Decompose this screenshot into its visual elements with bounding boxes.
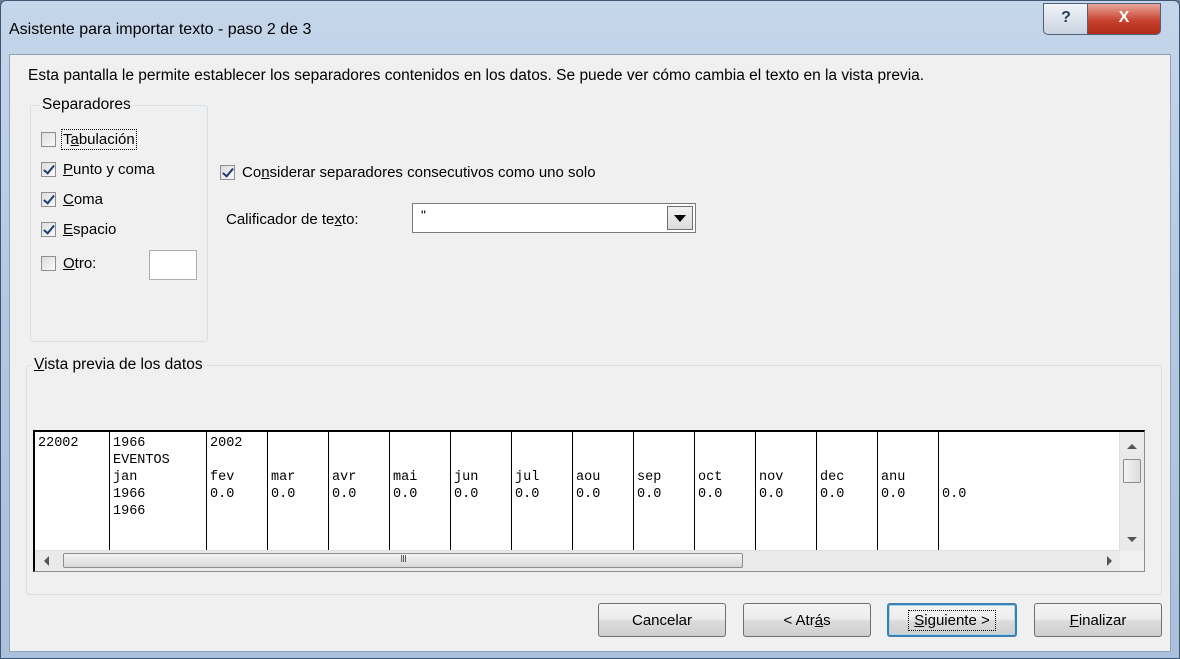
finish-button[interactable]: Finalizar xyxy=(1034,603,1162,637)
dropdown-button[interactable] xyxy=(667,206,693,230)
preview-cell: jan xyxy=(113,470,138,485)
scroll-right-icon[interactable] xyxy=(1107,556,1112,566)
text-qualifier-label: Calificador de texto: xyxy=(226,211,359,228)
horizontal-scrollbar[interactable]: III xyxy=(35,550,1120,571)
tab-checkbox-box[interactable] xyxy=(41,131,56,147)
semicolon-checkbox-box[interactable] xyxy=(41,161,56,177)
preview-cell: avr xyxy=(332,470,357,485)
consecutive-separators-checkbox[interactable]: Considerar separadores consecutivos como… xyxy=(220,161,596,183)
text-qualifier-select[interactable]: " xyxy=(412,203,696,233)
preview-cell: 0.0 xyxy=(698,487,723,502)
preview-cell: 0.0 xyxy=(454,487,479,502)
vertical-scroll-thumb[interactable] xyxy=(1123,459,1141,483)
import-wizard-window: Asistente para importar texto - paso 2 d… xyxy=(0,0,1180,659)
tab-checkbox[interactable]: Tabulación xyxy=(41,128,137,150)
scrollbar-corner xyxy=(1120,551,1144,571)
title-bar[interactable]: Asistente para importar texto - paso 2 d… xyxy=(1,1,1179,53)
data-preview-label: Vista previa de los datos xyxy=(31,356,206,374)
comma-checkbox-label: Coma xyxy=(63,190,104,208)
preview-cell: jun xyxy=(454,470,479,485)
preview-cell: 0.0 xyxy=(637,487,662,502)
other-checkbox[interactable]: Otro: xyxy=(41,250,197,280)
preview-cell: 1966 xyxy=(113,504,146,519)
data-preview-grid[interactable]: 22002 1966 2002 EVENTOS jan fev mar avr mai jun ju… xyxy=(35,432,1120,552)
preview-cell: dec xyxy=(820,470,845,485)
preview-cell: EVENTOS xyxy=(113,453,170,468)
preview-cell: mar xyxy=(271,470,296,485)
horizontal-scroll-thumb[interactable]: III xyxy=(63,553,743,568)
scroll-left-icon[interactable] xyxy=(44,556,49,566)
preview-cell: 0.0 xyxy=(210,487,235,502)
space-checkbox-label: Espacio xyxy=(63,220,117,238)
preview-cell: 1966 xyxy=(113,436,146,451)
preview-cell: 0.0 xyxy=(942,487,967,502)
semicolon-checkbox[interactable]: Punto y coma xyxy=(41,158,155,180)
separators-group: Separadores Tabulación Punto y coma Coma… xyxy=(30,96,208,342)
space-checkbox-box[interactable] xyxy=(41,221,56,237)
close-icon: X xyxy=(1118,9,1130,26)
description-text: Esta pantalla le permite establecer los … xyxy=(28,67,925,84)
space-checkbox[interactable]: Espacio xyxy=(41,218,116,240)
preview-cell: 2002 xyxy=(210,436,243,451)
preview-cell: 0.0 xyxy=(759,487,784,502)
preview-cell: oct xyxy=(698,470,723,485)
preview-cell: 1966 xyxy=(113,487,146,502)
preview-cell: fev xyxy=(210,470,235,485)
next-button[interactable]: Siguiente > xyxy=(887,603,1017,637)
close-button[interactable]: X xyxy=(1087,3,1161,35)
chevron-down-icon xyxy=(674,214,686,222)
preview-cell: nov xyxy=(759,470,784,485)
consecutive-checkbox-box[interactable] xyxy=(220,164,235,180)
cancel-button[interactable]: Cancelar xyxy=(598,603,726,637)
other-checkbox-box[interactable] xyxy=(41,255,56,271)
preview-cell: 22002 xyxy=(38,436,79,451)
consecutive-checkbox-label: Considerar separadores consecutivos como… xyxy=(242,163,596,181)
comma-checkbox[interactable]: Coma xyxy=(41,188,103,210)
preview-cell: anu xyxy=(881,470,906,485)
preview-cell: 0.0 xyxy=(820,487,845,502)
window-title: Asistente para importar texto - paso 2 d… xyxy=(9,21,312,38)
other-checkbox-label: Otro: xyxy=(63,254,97,272)
text-qualifier-value: " xyxy=(421,207,426,223)
vertical-scrollbar[interactable] xyxy=(1119,432,1144,552)
preview-cell: 0.0 xyxy=(393,487,418,502)
comma-checkbox-box[interactable] xyxy=(41,191,56,207)
tab-checkbox-label: Tabulación xyxy=(61,128,137,150)
preview-cell: 0.0 xyxy=(576,487,601,502)
preview-cell: mai xyxy=(393,470,418,485)
other-separator-input[interactable] xyxy=(149,250,197,280)
dialog-body: Esta pantalla le permite establecer los … xyxy=(9,54,1171,652)
preview-cell: jul xyxy=(515,470,540,485)
semicolon-checkbox-label: Punto y coma xyxy=(63,160,155,178)
help-button[interactable]: ? xyxy=(1043,3,1088,35)
back-button[interactable]: < Atrás xyxy=(743,603,871,637)
preview-cell: 0.0 xyxy=(332,487,357,502)
preview-cell: sep xyxy=(637,470,662,485)
preview-cell: 0.0 xyxy=(271,487,296,502)
separators-group-label: Separadores xyxy=(39,96,134,114)
preview-cell: 0.0 xyxy=(515,487,540,502)
data-preview-box[interactable]: 22002 1966 2002 EVENTOS jan fev mar avr mai jun ju… xyxy=(33,430,1145,572)
scroll-down-icon[interactable] xyxy=(1127,537,1137,542)
preview-cell: aou xyxy=(576,470,601,485)
help-icon: ? xyxy=(1061,9,1071,26)
scroll-up-icon[interactable] xyxy=(1127,444,1137,449)
preview-cell: 0.0 xyxy=(881,487,906,502)
